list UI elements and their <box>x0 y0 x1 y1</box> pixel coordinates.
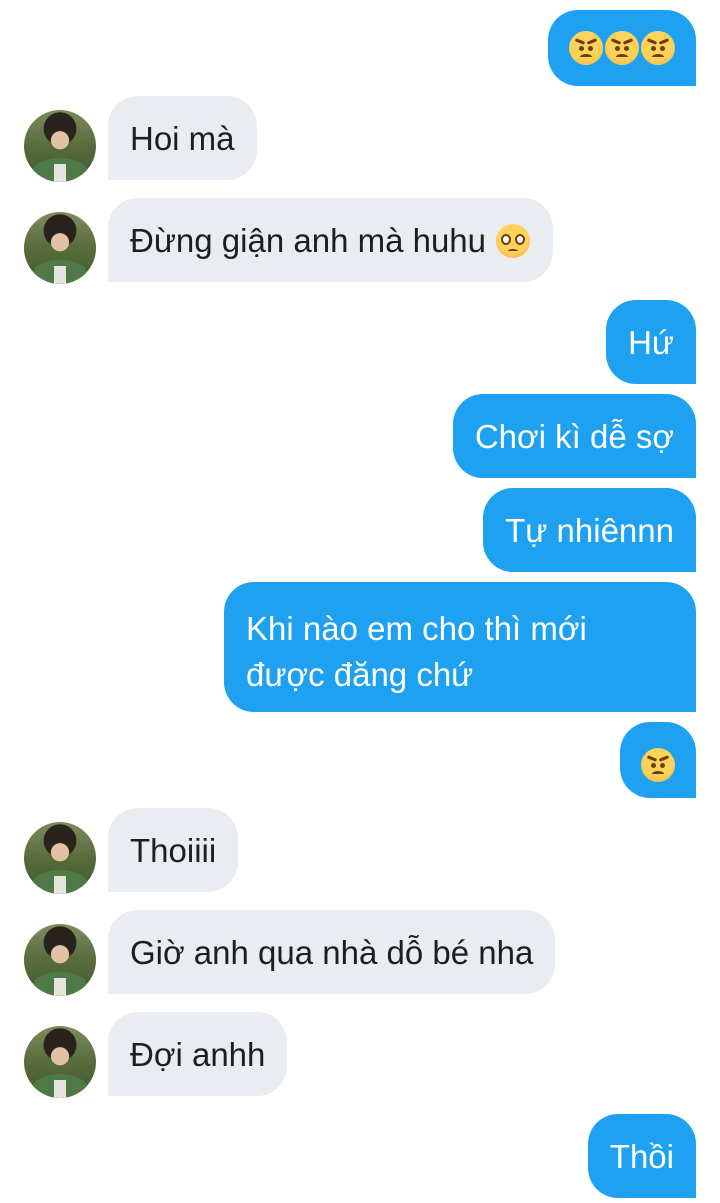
sent-message[interactable]: Tự nhiênnn <box>483 488 696 572</box>
avatar[interactable] <box>24 1026 96 1098</box>
sent-message[interactable]: Khi nào em cho thì mới được đăng chứ <box>224 582 696 712</box>
pouting-face-icon <box>641 748 675 782</box>
pouting-face-icon <box>641 31 675 65</box>
sent-message[interactable] <box>548 10 696 86</box>
message-text: Đừng giận anh mà huhu <box>130 222 487 259</box>
sent-message[interactable]: Hứ <box>606 300 696 384</box>
avatar[interactable] <box>24 110 96 182</box>
pouting-face-icon <box>569 31 603 65</box>
received-message[interactable]: Đừng giận anh mà huhu <box>108 198 554 282</box>
received-message[interactable]: Hoi mà <box>108 96 257 180</box>
received-message[interactable]: Đợi anhh <box>108 1012 288 1096</box>
sent-message[interactable]: Chơi kì dễ sợ <box>452 394 696 478</box>
pouting-face-icon <box>605 31 639 65</box>
message-thread: Hoi mà Đừng giận anh mà huhu Hứ Chơi kì … <box>0 0 720 1203</box>
pleading-face-icon <box>496 224 531 258</box>
avatar[interactable] <box>24 924 96 996</box>
avatar[interactable] <box>24 212 96 284</box>
received-message[interactable]: Thoiiii <box>108 808 239 892</box>
sent-message[interactable] <box>620 722 696 798</box>
received-message[interactable]: Giờ anh qua nhà dỗ bé nha <box>108 910 556 994</box>
avatar[interactable] <box>24 822 96 894</box>
sent-message[interactable]: Thồi <box>587 1114 696 1198</box>
